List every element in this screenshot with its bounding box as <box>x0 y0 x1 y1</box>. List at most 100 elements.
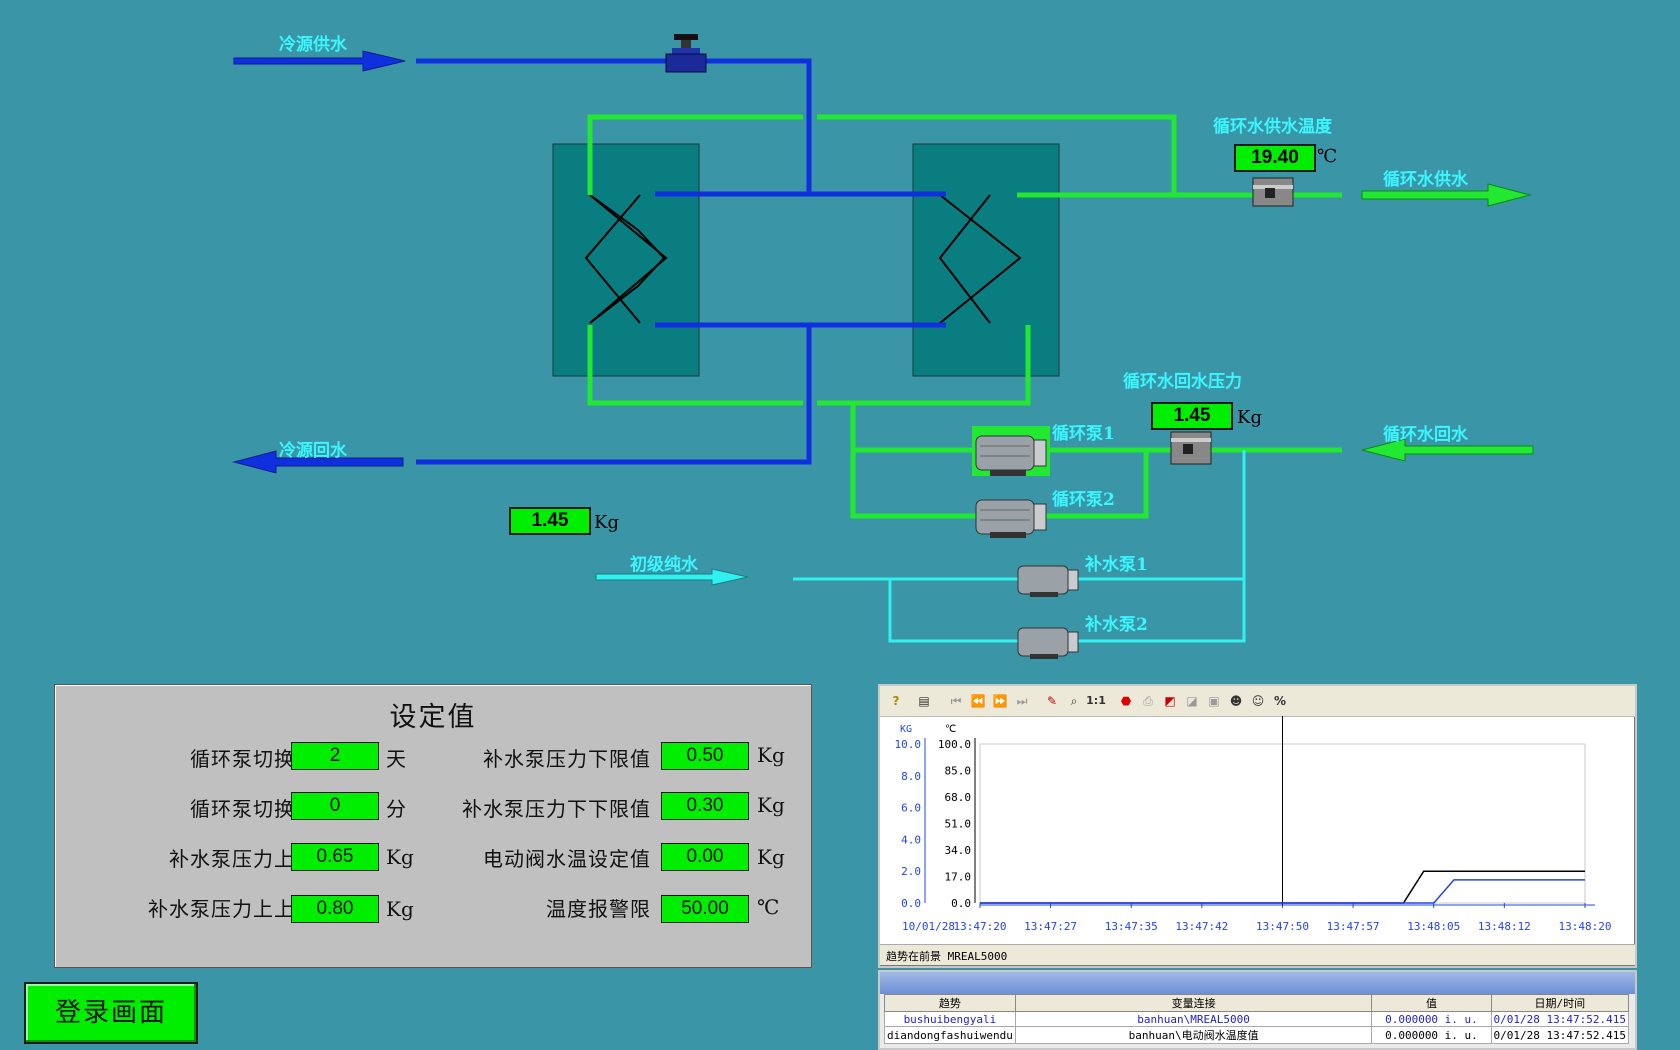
return-pressure-display: 1.45 <box>1151 402 1233 430</box>
setting-label: 温度报警限 <box>546 897 651 921</box>
setting-unit: 分 <box>386 797 406 821</box>
circ-return-pressure-label: 循环水回水压力 <box>1123 372 1242 392</box>
right-tick-label: 51.0 <box>945 818 972 831</box>
table-row[interactable]: bushuibengyali banhuan\MREAL5000 0.00000… <box>884 1011 1630 1027</box>
settings-panel: 设定值 循环泵切换时间 2 天 循环泵切换时间 0 分 补水泵压力上限值 0.6… <box>54 684 812 968</box>
process-diagram <box>232 34 1534 659</box>
x-tick-label: 13:47:57 <box>1327 920 1380 933</box>
user2-icon[interactable]: ☺ <box>1248 692 1268 710</box>
left-tick-label: 10.0 <box>895 738 922 751</box>
trend-status-text: 趋势在前景 MREAL5000 <box>886 950 1008 963</box>
table-cell: 0/01/28 13:47:52.415 <box>1490 1026 1630 1044</box>
valve-temp-setpoint-field[interactable]: 0.00 <box>661 843 749 871</box>
stop-icon[interactable]: ⬣ <box>1116 692 1136 710</box>
circ-supply-temp-label: 循环水供水温度 <box>1213 117 1332 137</box>
setting-unit: Kg <box>757 845 785 869</box>
x-tick-label: 13:48:12 <box>1478 920 1531 933</box>
x-tick-label: 13:47:50 <box>1256 920 1309 933</box>
table-cell: 0.000000 i. u. <box>1371 1011 1492 1027</box>
supply-temp-unit: ℃ <box>1317 146 1338 167</box>
makeup1-label: 补水泵1 <box>1085 555 1148 575</box>
supply-temp-display: 19.40 <box>1234 144 1316 172</box>
setting-label: 电动阀水温设定值 <box>483 847 651 871</box>
zoom-1to1-button[interactable]: 1:1 <box>1086 692 1106 710</box>
pump2-label: 循环泵2 <box>1052 490 1115 510</box>
circ-supply-label: 循环水供水 <box>1383 170 1468 190</box>
trend-toolbar: ? ▤ ⏮ ⏪ ⏩ ⏭ ✎ ⌕ 1:1 ⬣ ⎙ ◩ ◪ ▣ ☻ ☺ % <box>880 686 1635 717</box>
setting-label: 补水泵压力下下限值 <box>462 797 651 821</box>
setting-unit: Kg <box>386 845 414 869</box>
pump1-label: 循环泵1 <box>1052 424 1115 444</box>
setting-unit: Kg <box>757 743 785 767</box>
trend-table-window: 趋势 变量连接 值 日期/时间 bushuibengyali banhuan\M… <box>878 970 1637 1050</box>
chart-icon[interactable]: ◩ <box>1160 692 1180 710</box>
x-tick-label: 13:47:42 <box>1175 920 1228 933</box>
zoom-icon[interactable]: ⌕ <box>1064 692 1084 710</box>
table-header: 变量连接 <box>1014 994 1373 1012</box>
cold-supply-label: 冷源供水 <box>279 35 347 55</box>
makeup-pressure-high-field[interactable]: 0.65 <box>291 843 379 871</box>
right-tick-label: 100.0 <box>938 738 971 751</box>
x-tick-label: 13:47:35 <box>1105 920 1158 933</box>
right-tick-label: 68.0 <box>945 791 972 804</box>
table-cell: banhuan\MREAL5000 <box>1014 1011 1373 1027</box>
rewind-icon[interactable]: ⏪ <box>968 692 988 710</box>
left-tick-label: 0.0 <box>901 897 921 910</box>
heat-exchanger-2 <box>912 143 1060 377</box>
pump-switch-minutes-field[interactable]: 0 <box>291 792 379 820</box>
table-header: 趋势 <box>884 994 1016 1012</box>
trend-window: ? ▤ ⏮ ⏪ ⏩ ⏭ ✎ ⌕ 1:1 ⬣ ⎙ ◩ ◪ ▣ ☻ ☺ % KG 10… <box>878 684 1637 968</box>
temp-sensor-icon <box>1252 177 1294 207</box>
login-screen-button[interactable]: 登录画面 <box>24 982 198 1044</box>
help-icon[interactable]: ? <box>886 692 906 710</box>
pen-icon[interactable]: ✎ <box>1042 692 1062 710</box>
trend-chart: KG 10.0 8.0 6.0 4.0 2.0 0.0 ℃ 100.0 85.0 68.0 51.0 3… <box>895 716 1612 933</box>
properties-icon[interactable]: ▤ <box>914 692 934 710</box>
right-axis-unit: ℃ <box>945 724 956 735</box>
setting-unit: Kg <box>386 897 414 921</box>
user-icon[interactable]: ☻ <box>1226 692 1246 710</box>
x-tick-label: 13:48:05 <box>1407 920 1460 933</box>
forward-icon[interactable]: ⏩ <box>990 692 1010 710</box>
makeup-pressure-highhigh-field[interactable]: 0.80 <box>291 895 379 923</box>
left-axis-unit: KG <box>900 724 912 735</box>
setting-unit: Kg <box>757 793 785 817</box>
makeup-pressure-lowlow-field[interactable]: 0.30 <box>661 792 749 820</box>
left-tick-label: 2.0 <box>901 865 921 878</box>
percent-button[interactable]: % <box>1270 692 1290 710</box>
setting-label: 补水泵压力下限值 <box>483 747 651 771</box>
last-icon[interactable]: ⏭ <box>1012 692 1032 710</box>
primary-water-label: 初级纯水 <box>630 555 698 575</box>
x-tick-label: 13:48:20 <box>1559 920 1612 933</box>
right-tick-label: 17.0 <box>945 871 972 884</box>
x-tick-label: 13:47:27 <box>1024 920 1077 933</box>
left-tick-label: 4.0 <box>901 833 921 846</box>
makeup-pressure-low-field[interactable]: 0.50 <box>661 742 749 770</box>
first-icon[interactable]: ⏮ <box>946 692 966 710</box>
save-icon[interactable]: ▣ <box>1204 692 1224 710</box>
pump-switch-days-field[interactable]: 2 <box>291 742 379 770</box>
export-icon[interactable]: ◪ <box>1182 692 1202 710</box>
left-tick-label: 6.0 <box>901 802 921 815</box>
table-cell: diandongfashuiwendu <box>884 1026 1016 1044</box>
makeup-pipes <box>793 450 1246 643</box>
table-cell: bushuibengyali <box>884 1011 1016 1027</box>
x-date-label: 10/01/28 <box>902 920 955 933</box>
table-cell: banhuan\电动阀水温度值 <box>1014 1026 1373 1044</box>
return-pressure-unit: Kg <box>1237 407 1262 428</box>
x-tick-label: 13:47:20 <box>954 920 1007 933</box>
heat-exchanger-1 <box>552 143 700 377</box>
setting-unit: ℃ <box>757 895 780 919</box>
pressure-sensor-icon <box>1170 431 1212 465</box>
right-tick-label: 0.0 <box>951 897 971 910</box>
right-tick-label: 85.0 <box>945 765 972 778</box>
table-cell: 0.000000 i. u. <box>1371 1026 1492 1044</box>
print-icon[interactable]: ⎙ <box>1138 692 1158 710</box>
pump-icon <box>1017 627 1079 659</box>
temp-alarm-limit-field[interactable]: 50.00 <box>661 895 749 923</box>
pump-icon <box>975 499 1047 538</box>
makeup-pressure-display: 1.45 <box>509 507 591 535</box>
table-header: 日期/时间 <box>1490 994 1630 1012</box>
table-header: 值 <box>1371 994 1492 1012</box>
table-row[interactable]: diandongfashuiwendu banhuan\电动阀水温度值 0.00… <box>884 1026 1630 1044</box>
